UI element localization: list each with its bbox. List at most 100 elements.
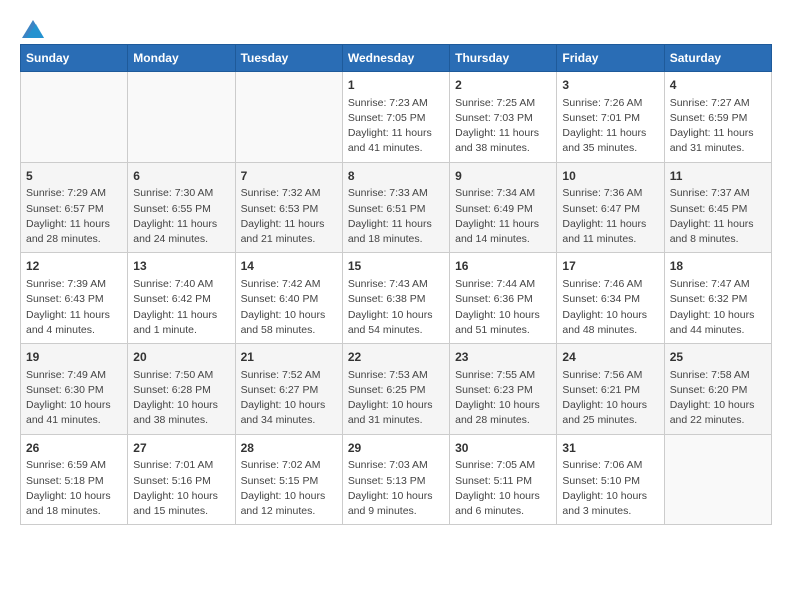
day-number: 4: [670, 77, 766, 94]
day-info: Sunrise: 7:27 AM Sunset: 6:59 PM Dayligh…: [670, 96, 766, 157]
day-info: Sunrise: 7:25 AM Sunset: 7:03 PM Dayligh…: [455, 96, 551, 157]
calendar-week-4: 19 Sunrise: 7:49 AM Sunset: 6:30 PM Dayli…: [21, 344, 772, 435]
day-number: 6: [133, 168, 229, 185]
calendar-day: 2 Sunrise: 7:25 AM Sunset: 7:03 PM Daylig…: [450, 72, 557, 163]
day-header-tuesday: Tuesday: [235, 45, 342, 72]
day-info: Sunrise: 7:26 AM Sunset: 7:01 PM Dayligh…: [562, 96, 658, 157]
day-info: Sunrise: 7:56 AM Sunset: 6:21 PM Dayligh…: [562, 368, 658, 429]
day-info: Sunrise: 7:32 AM Sunset: 6:53 PM Dayligh…: [241, 186, 337, 247]
day-number: 31: [562, 440, 658, 457]
day-info: Sunrise: 7:55 AM Sunset: 6:23 PM Dayligh…: [455, 368, 551, 429]
day-number: 12: [26, 258, 122, 275]
day-info: Sunrise: 7:46 AM Sunset: 6:34 PM Dayligh…: [562, 277, 658, 338]
calendar-day: 28Sunrise: 7:02 AM Sunset: 5:15 PM Dayli…: [235, 434, 342, 525]
day-number: 21: [241, 349, 337, 366]
calendar-week-2: 5Sunrise: 7:29 AM Sunset: 6:57 PM Daylig…: [21, 162, 772, 253]
day-info: Sunrise: 7:37 AM Sunset: 6:45 PM Dayligh…: [670, 186, 766, 247]
calendar-table: SundayMondayTuesdayWednesdayThursdayFrid…: [20, 44, 772, 525]
calendar-day: 24 Sunrise: 7:56 AM Sunset: 6:21 PM Dayli…: [557, 344, 664, 435]
day-info: Sunrise: 7:01 AM Sunset: 5:16 PM Dayligh…: [133, 458, 229, 519]
calendar-day: [128, 72, 235, 163]
calendar-day: [235, 72, 342, 163]
calendar-day: 8Sunrise: 7:33 AM Sunset: 6:51 PM Daylig…: [342, 162, 449, 253]
calendar-day: 21 Sunrise: 7:52 AM Sunset: 6:27 PM Dayli…: [235, 344, 342, 435]
calendar-day: 13Sunrise: 7:40 AM Sunset: 6:42 PM Dayli…: [128, 253, 235, 344]
day-info: Sunrise: 7:44 AM Sunset: 6:36 PM Dayligh…: [455, 277, 551, 338]
day-info: Sunrise: 7:50 AM Sunset: 6:28 PM Dayligh…: [133, 368, 229, 429]
day-header-thursday: Thursday: [450, 45, 557, 72]
calendar-day: 11Sunrise: 7:37 AM Sunset: 6:45 PM Dayli…: [664, 162, 771, 253]
logo-icon: [22, 20, 44, 38]
calendar-day: 31Sunrise: 7:06 AM Sunset: 5:10 PM Dayli…: [557, 434, 664, 525]
day-info: Sunrise: 7:49 AM Sunset: 6:30 PM Dayligh…: [26, 368, 122, 429]
day-number: 11: [670, 168, 766, 185]
calendar-day: 27Sunrise: 7:01 AM Sunset: 5:16 PM Dayli…: [128, 434, 235, 525]
day-info: Sunrise: 7:30 AM Sunset: 6:55 PM Dayligh…: [133, 186, 229, 247]
day-number: 25: [670, 349, 766, 366]
day-number: 26: [26, 440, 122, 457]
day-info: Sunrise: 7:03 AM Sunset: 5:13 PM Dayligh…: [348, 458, 444, 519]
day-number: 27: [133, 440, 229, 457]
calendar-day: 3 Sunrise: 7:26 AM Sunset: 7:01 PM Daylig…: [557, 72, 664, 163]
day-info: Sunrise: 6:59 AM Sunset: 5:18 PM Dayligh…: [26, 458, 122, 519]
day-info: Sunrise: 7:29 AM Sunset: 6:57 PM Dayligh…: [26, 186, 122, 247]
calendar-day: 6Sunrise: 7:30 AM Sunset: 6:55 PM Daylig…: [128, 162, 235, 253]
calendar-day: 23Sunrise: 7:55 AM Sunset: 6:23 PM Dayli…: [450, 344, 557, 435]
calendar-day: 18Sunrise: 7:47 AM Sunset: 6:32 PM Dayli…: [664, 253, 771, 344]
day-number: 14: [241, 258, 337, 275]
day-number: 30: [455, 440, 551, 457]
day-header-friday: Friday: [557, 45, 664, 72]
day-number: 5: [26, 168, 122, 185]
day-info: Sunrise: 7:23 AM Sunset: 7:05 PM Dayligh…: [348, 96, 444, 157]
calendar-day: 19 Sunrise: 7:49 AM Sunset: 6:30 PM Dayli…: [21, 344, 128, 435]
calendar-week-3: 12 Sunrise: 7:39 AM Sunset: 6:43 PM Dayli…: [21, 253, 772, 344]
day-info: Sunrise: 7:33 AM Sunset: 6:51 PM Dayligh…: [348, 186, 444, 247]
day-number: 28: [241, 440, 337, 457]
calendar-week-1: 1Sunrise: 7:23 AM Sunset: 7:05 PM Daylig…: [21, 72, 772, 163]
day-info: Sunrise: 7:34 AM Sunset: 6:49 PM Dayligh…: [455, 186, 551, 247]
day-number: 2: [455, 77, 551, 94]
day-header-sunday: Sunday: [21, 45, 128, 72]
logo: [20, 20, 44, 36]
calendar-day: 1Sunrise: 7:23 AM Sunset: 7:05 PM Daylig…: [342, 72, 449, 163]
day-info: Sunrise: 7:05 AM Sunset: 5:11 PM Dayligh…: [455, 458, 551, 519]
day-number: 8: [348, 168, 444, 185]
day-number: 22: [348, 349, 444, 366]
calendar-day: 5Sunrise: 7:29 AM Sunset: 6:57 PM Daylig…: [21, 162, 128, 253]
calendar-day: 10Sunrise: 7:36 AM Sunset: 6:47 PM Dayli…: [557, 162, 664, 253]
day-info: Sunrise: 7:42 AM Sunset: 6:40 PM Dayligh…: [241, 277, 337, 338]
day-number: 10: [562, 168, 658, 185]
calendar-day: 29Sunrise: 7:03 AM Sunset: 5:13 PM Dayli…: [342, 434, 449, 525]
day-number: 7: [241, 168, 337, 185]
day-number: 13: [133, 258, 229, 275]
day-number: 29: [348, 440, 444, 457]
day-info: Sunrise: 7:58 AM Sunset: 6:20 PM Dayligh…: [670, 368, 766, 429]
calendar-day: 17 Sunrise: 7:46 AM Sunset: 6:34 PM Dayli…: [557, 253, 664, 344]
day-info: Sunrise: 7:53 AM Sunset: 6:25 PM Dayligh…: [348, 368, 444, 429]
calendar-day: 4 Sunrise: 7:27 AM Sunset: 6:59 PM Daylig…: [664, 72, 771, 163]
calendar-day: 20 Sunrise: 7:50 AM Sunset: 6:28 PM Dayli…: [128, 344, 235, 435]
day-info: Sunrise: 7:06 AM Sunset: 5:10 PM Dayligh…: [562, 458, 658, 519]
calendar-day: 14 Sunrise: 7:42 AM Sunset: 6:40 PM Dayli…: [235, 253, 342, 344]
day-number: 24: [562, 349, 658, 366]
day-number: 19: [26, 349, 122, 366]
calendar-header-row: SundayMondayTuesdayWednesdayThursdayFrid…: [21, 45, 772, 72]
day-info: Sunrise: 7:52 AM Sunset: 6:27 PM Dayligh…: [241, 368, 337, 429]
calendar-day: 16 Sunrise: 7:44 AM Sunset: 6:36 PM Dayli…: [450, 253, 557, 344]
calendar-day: 30Sunrise: 7:05 AM Sunset: 5:11 PM Dayli…: [450, 434, 557, 525]
day-info: Sunrise: 7:39 AM Sunset: 6:43 PM Dayligh…: [26, 277, 122, 338]
day-number: 17: [562, 258, 658, 275]
day-number: 20: [133, 349, 229, 366]
calendar-day: 22 Sunrise: 7:53 AM Sunset: 6:25 PM Dayli…: [342, 344, 449, 435]
day-number: 3: [562, 77, 658, 94]
day-number: 18: [670, 258, 766, 275]
day-info: Sunrise: 7:36 AM Sunset: 6:47 PM Dayligh…: [562, 186, 658, 247]
day-number: 9: [455, 168, 551, 185]
day-info: Sunrise: 7:02 AM Sunset: 5:15 PM Dayligh…: [241, 458, 337, 519]
calendar-day: 12 Sunrise: 7:39 AM Sunset: 6:43 PM Dayli…: [21, 253, 128, 344]
day-number: 16: [455, 258, 551, 275]
calendar-day: [21, 72, 128, 163]
header-right: [54, 20, 772, 22]
day-header-saturday: Saturday: [664, 45, 771, 72]
day-info: Sunrise: 7:43 AM Sunset: 6:38 PM Dayligh…: [348, 277, 444, 338]
